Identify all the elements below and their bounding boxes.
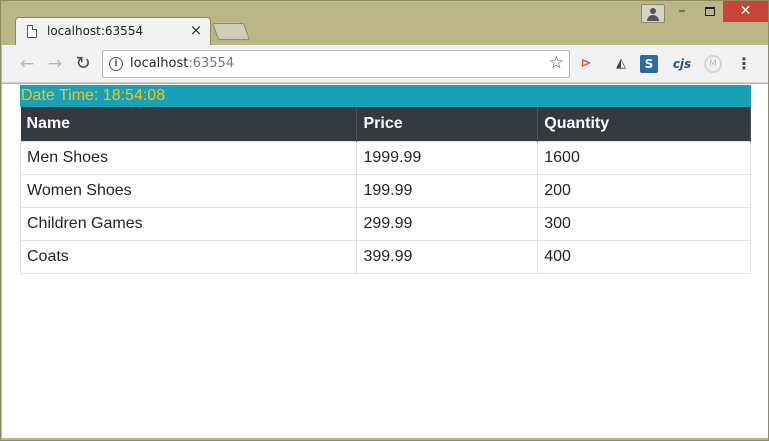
- forward-arrow-icon[interactable]: →: [44, 53, 66, 75]
- cell-price: 1999.99: [356, 140, 539, 175]
- page-viewport: Date Time: 18:54:08 Name Price Quantity …: [2, 84, 768, 438]
- menu-kebab-icon[interactable]: ⋮: [736, 54, 752, 74]
- leaf-ext-icon[interactable]: ◭: [611, 54, 631, 74]
- profile-icon[interactable]: [641, 4, 665, 23]
- cell-quantity: 1600: [537, 140, 751, 175]
- header-name: Name: [20, 107, 358, 141]
- back-arrow-icon[interactable]: ←: [16, 53, 38, 75]
- products-table: Name Price Quantity Men Shoes 1999.99 16…: [19, 107, 751, 274]
- info-icon[interactable]: i: [109, 57, 123, 71]
- tab-close-icon[interactable]: ×: [188, 21, 204, 39]
- url-port: :63554: [188, 56, 235, 71]
- cell-price: 199.99: [356, 173, 539, 208]
- close-window-button[interactable]: ✕: [723, 1, 768, 22]
- cell-quantity: 200: [537, 173, 751, 208]
- datetime-banner: Date Time: 18:54:08: [20, 85, 751, 107]
- browser-toolbar: ← → ↻ i localhost:63554 ☆ ⊳ ◭ S cjs M ⋮: [2, 45, 768, 83]
- maximize-button[interactable]: [696, 1, 723, 23]
- cell-name: Children Games: [19, 206, 358, 241]
- header-price: Price: [356, 107, 539, 141]
- m-ext-icon[interactable]: M: [704, 55, 722, 73]
- s-ext-icon[interactable]: S: [640, 55, 658, 73]
- cjs-ext-icon[interactable]: cjs: [670, 54, 694, 74]
- url-host: localhost: [130, 56, 189, 71]
- reload-icon[interactable]: ↻: [72, 53, 94, 75]
- minimize-button[interactable]: –: [668, 1, 696, 23]
- page-icon: [27, 25, 37, 38]
- cell-name: Coats: [19, 239, 358, 274]
- cell-quantity: 400: [537, 239, 751, 274]
- tab-title: localhost:63554: [47, 24, 144, 38]
- table-row: Children Games 299.99 300: [19, 206, 751, 241]
- url-text[interactable]: localhost:63554: [130, 56, 234, 71]
- cell-name: Men Shoes: [19, 140, 358, 175]
- cell-quantity: 300: [537, 206, 751, 241]
- header-quantity: Quantity: [537, 107, 751, 141]
- table-row: Coats 399.99 400: [19, 239, 751, 274]
- cast-ext-icon[interactable]: ⊳: [576, 54, 596, 74]
- bookmark-star-icon[interactable]: ☆: [549, 53, 564, 73]
- cell-price: 399.99: [356, 239, 539, 274]
- browser-window: localhost:63554 × – ✕ ← → ↻ i localhost:…: [0, 0, 769, 441]
- address-bar[interactable]: i localhost:63554 ☆: [102, 50, 570, 78]
- new-tab-button[interactable]: [211, 23, 251, 40]
- cell-price: 299.99: [356, 206, 539, 241]
- table-row: Women Shoes 199.99 200: [19, 173, 751, 208]
- maximize-icon: [704, 7, 715, 16]
- table-row: Men Shoes 1999.99 1600: [19, 140, 751, 175]
- tab-active[interactable]: localhost:63554 ×: [15, 17, 211, 45]
- tab-strip: localhost:63554 × – ✕: [1, 1, 768, 45]
- table-header-row: Name Price Quantity: [20, 107, 751, 141]
- cell-name: Women Shoes: [19, 173, 358, 208]
